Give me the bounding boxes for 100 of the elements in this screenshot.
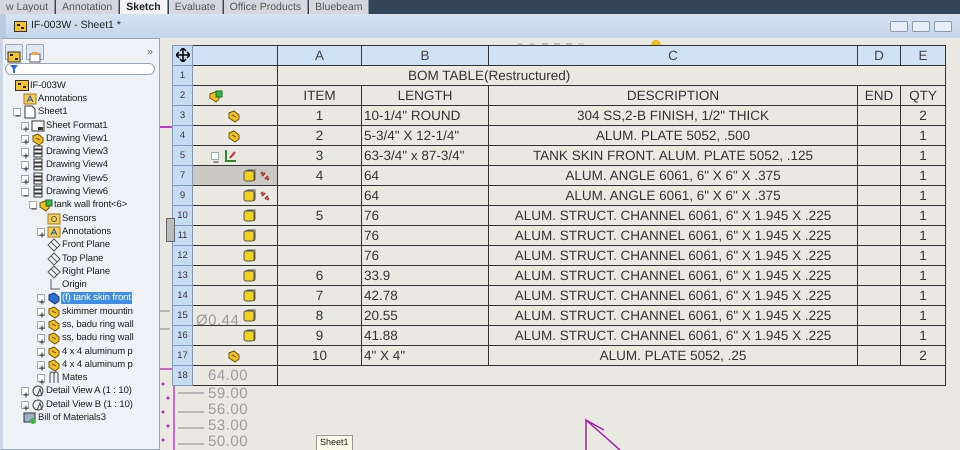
length-cell: 64 bbox=[362, 186, 488, 206]
row-number[interactable]: 5 bbox=[172, 146, 192, 166]
expand-toggle[interactable] bbox=[37, 308, 45, 316]
expand-toggle[interactable] bbox=[37, 334, 45, 342]
row-number[interactable]: 9 bbox=[172, 186, 192, 206]
table-title: BOM TABLE(Restructured) bbox=[278, 66, 946, 86]
row-handle-cell[interactable] bbox=[192, 106, 278, 126]
feature-tree-tab[interactable] bbox=[5, 44, 23, 60]
tree-item[interactable]: Drawing View4 bbox=[45, 159, 109, 172]
sheet-tab[interactable]: Sheet1 bbox=[316, 435, 353, 450]
column-header[interactable]: A bbox=[278, 46, 362, 66]
row-number[interactable]: 17 bbox=[172, 346, 192, 366]
row-number[interactable]: 2 bbox=[172, 86, 192, 106]
filter-field[interactable] bbox=[5, 63, 155, 75]
tree-item[interactable]: Front Plane bbox=[61, 239, 112, 252]
tree-item[interactable]: Drawing View5 bbox=[45, 172, 109, 185]
move-table-handle[interactable] bbox=[172, 46, 192, 66]
triangle-outline-drawing bbox=[585, 418, 621, 450]
expand-toggle[interactable] bbox=[37, 374, 45, 382]
expand-toggle[interactable] bbox=[21, 161, 29, 170]
row-handle-cell[interactable] bbox=[192, 126, 278, 146]
expand-toggle[interactable] bbox=[37, 320, 45, 329]
row-number[interactable]: 15 bbox=[172, 306, 192, 326]
tree-item[interactable]: Annotations bbox=[61, 226, 112, 238]
ribbon-tab[interactable]: w Layout bbox=[0, 0, 56, 14]
row-handle-cell[interactable] bbox=[192, 306, 278, 326]
ribbon-tab[interactable]: Annotation bbox=[56, 0, 120, 14]
expand-toggle[interactable] bbox=[21, 134, 29, 143]
ribbon-tab[interactable]: Office Products bbox=[224, 0, 308, 14]
expand-toggle[interactable] bbox=[37, 348, 45, 356]
tile-window-button[interactable] bbox=[890, 20, 908, 32]
length-cell: 76 bbox=[362, 226, 488, 246]
tree-item[interactable]: Drawing View6 bbox=[45, 186, 109, 198]
column-header[interactable]: E bbox=[900, 46, 946, 66]
collapse-toggle[interactable] bbox=[29, 201, 37, 210]
length-cell: 33.9 bbox=[362, 266, 488, 286]
tree-view-icon bbox=[7, 50, 21, 63]
tree-item[interactable]: Bill of Materials3 bbox=[37, 412, 107, 424]
tree-item[interactable]: Annotations bbox=[37, 92, 88, 105]
expand-toggle[interactable] bbox=[21, 387, 29, 396]
expand-toggle[interactable] bbox=[37, 360, 45, 369]
properties-tab[interactable] bbox=[26, 44, 44, 60]
tree-item[interactable]: Sheet1 bbox=[37, 106, 69, 118]
row-number[interactable]: 10 bbox=[172, 206, 192, 226]
row-handle-cell[interactable] bbox=[192, 226, 278, 246]
tree-item[interactable]: ss, badu ring wall bbox=[61, 332, 135, 344]
row-number[interactable]: 7 bbox=[172, 166, 192, 186]
row-handle-cell[interactable] bbox=[192, 346, 278, 366]
row-handle-cell[interactable] bbox=[192, 266, 278, 286]
tree-item[interactable]: skimmer mountin bbox=[61, 306, 134, 318]
tree-item[interactable]: Detail View A (1 : 10) bbox=[45, 385, 133, 398]
tree-item[interactable]: ss, badu ring wall bbox=[61, 318, 135, 331]
expand-toggle[interactable] bbox=[21, 148, 29, 156]
ribbon-tab[interactable]: Bluebeam bbox=[309, 0, 370, 14]
row-number[interactable]: 18 bbox=[172, 366, 192, 386]
column-header[interactable]: D bbox=[858, 46, 900, 66]
tree-item[interactable]: Sheet Format1 bbox=[45, 120, 109, 132]
tree-item[interactable]: Mates bbox=[61, 372, 88, 384]
ribbon-tab[interactable]: Evaluate bbox=[168, 0, 223, 14]
column-header[interactable]: C bbox=[488, 46, 858, 66]
row-number[interactable]: 13 bbox=[172, 266, 192, 286]
ribbon-tab[interactable]: Sketch bbox=[120, 0, 168, 14]
tree-item[interactable]: Detail View B (1 : 10) bbox=[45, 398, 134, 411]
expand-toggle[interactable] bbox=[37, 228, 45, 236]
row-handle-cell[interactable] bbox=[192, 286, 278, 306]
tree-item[interactable]: 4 x 4 aluminum p bbox=[61, 346, 134, 358]
tree-item[interactable]: tank wall front<6> bbox=[53, 199, 128, 212]
tree-item[interactable]: Top Plane bbox=[61, 252, 104, 264]
row-number[interactable]: 14 bbox=[172, 286, 192, 306]
row-handle-cell[interactable] bbox=[192, 246, 278, 266]
row-number[interactable]: 3 bbox=[172, 106, 192, 126]
row-handle-cell[interactable] bbox=[192, 186, 278, 206]
collapse-toggle[interactable] bbox=[211, 152, 219, 160]
part-icon bbox=[227, 128, 241, 142]
row-number[interactable]: 4 bbox=[172, 126, 192, 146]
tree-item[interactable]: Right Plane bbox=[61, 266, 112, 278]
collapse-toggle[interactable] bbox=[13, 108, 21, 116]
length-cell: 76 bbox=[362, 206, 488, 226]
collapse-toggle[interactable] bbox=[21, 188, 29, 196]
panel-toggle-icon[interactable] bbox=[166, 218, 175, 242]
dimension-label: 59.00 bbox=[208, 387, 248, 401]
row-handle-cell[interactable] bbox=[192, 326, 278, 346]
expand-toggle[interactable] bbox=[37, 294, 45, 302]
expand-panel-button[interactable]: » bbox=[146, 44, 153, 60]
expand-toggle[interactable] bbox=[21, 400, 29, 409]
tree-item[interactable]: Drawing View3 bbox=[45, 146, 109, 158]
row-number[interactable]: 1 bbox=[172, 66, 192, 86]
tree-item[interactable]: Drawing View1 bbox=[45, 132, 109, 145]
tree-item[interactable]: Sensors bbox=[61, 212, 98, 225]
row-handle-cell[interactable] bbox=[192, 86, 278, 106]
tree-item[interactable]: 4 x 4 aluminum p bbox=[61, 358, 134, 371]
expand-toggle[interactable] bbox=[21, 174, 29, 183]
row-handle-cell[interactable] bbox=[192, 206, 278, 226]
row-handle-cell[interactable] bbox=[192, 166, 278, 186]
tree-item[interactable]: IF-003W bbox=[29, 80, 67, 92]
expand-toggle[interactable] bbox=[21, 122, 29, 130]
row-number[interactable]: 12 bbox=[172, 246, 192, 266]
row-number[interactable]: 16 bbox=[172, 326, 192, 346]
column-header[interactable]: B bbox=[362, 46, 488, 66]
tree-item[interactable]: Origin bbox=[61, 279, 88, 292]
